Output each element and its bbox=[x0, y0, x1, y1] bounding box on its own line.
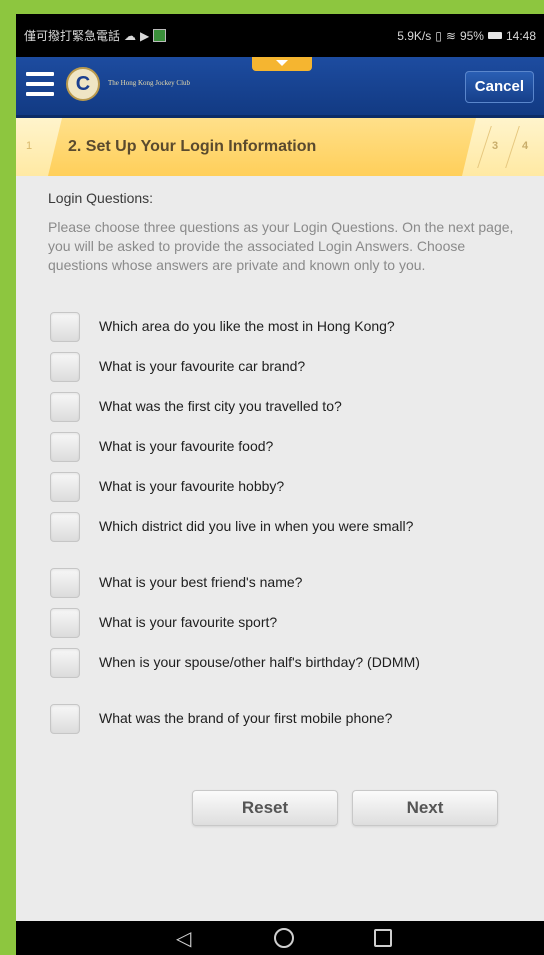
next-button[interactable]: Next bbox=[352, 790, 498, 826]
wifi-icon: ≋ bbox=[445, 28, 456, 43]
home-icon[interactable] bbox=[274, 928, 294, 948]
section-title: Login Questions: bbox=[48, 190, 154, 206]
question-checkbox[interactable] bbox=[50, 432, 80, 462]
back-icon[interactable]: ◁ bbox=[176, 926, 191, 951]
question-checkbox[interactable] bbox=[50, 472, 80, 502]
question-text: What is your favourite hobby? bbox=[99, 478, 285, 494]
question-item[interactable]: What was the brand of your first mobile … bbox=[16, 702, 544, 742]
network-speed: 5.9K/s bbox=[397, 28, 432, 43]
cancel-button[interactable]: Cancel bbox=[464, 71, 534, 103]
question-item[interactable]: What is your best friend's name? bbox=[16, 566, 544, 606]
question-text: What is your favourite food? bbox=[99, 438, 274, 454]
step-divider bbox=[505, 126, 520, 168]
status-bar: 僅可撥打緊急電話 ☁ ▶ 5.9K/s ▯ ≋ 95% 14:48 bbox=[16, 14, 544, 57]
question-text: What is your favourite sport? bbox=[99, 614, 278, 630]
battery-percent: 95% bbox=[459, 28, 484, 43]
question-text: When is your spouse/other half's birthda… bbox=[99, 654, 420, 670]
question-item[interactable]: What is your favourite car brand? bbox=[16, 350, 544, 390]
question-text: What is your best friend's name? bbox=[99, 574, 303, 590]
android-nav-bar: ◁ bbox=[16, 921, 544, 955]
question-item[interactable]: What was the first city you travelled to… bbox=[16, 390, 544, 430]
step-4: 4 bbox=[522, 140, 529, 152]
question-checkbox[interactable] bbox=[50, 704, 80, 734]
vibrate-icon: ▯ bbox=[435, 28, 442, 43]
section-description: Please choose three questions as your Lo… bbox=[48, 219, 514, 273]
question-text: What is your favourite car brand? bbox=[99, 358, 306, 374]
question-list: Which area do you like the most in Hong … bbox=[16, 310, 544, 742]
step-progress: 1 2. Set Up Your Login Information 3 4 bbox=[16, 118, 544, 176]
question-item[interactable]: When is your spouse/other half's birthda… bbox=[16, 646, 544, 702]
question-checkbox[interactable] bbox=[50, 648, 80, 678]
question-item[interactable]: What is your favourite hobby? bbox=[16, 470, 544, 510]
step-divider bbox=[477, 126, 492, 168]
step-2-label: 2. Set Up Your Login Information bbox=[68, 138, 317, 155]
battery-icon bbox=[487, 32, 502, 39]
question-item[interactable]: What is your favourite food? bbox=[16, 430, 544, 470]
login-questions-form: Login Questions: Please choose three que… bbox=[16, 176, 544, 921]
app-notification-icon bbox=[153, 29, 167, 42]
menu-icon[interactable] bbox=[26, 72, 54, 96]
jockey-club-logo: C bbox=[66, 67, 100, 101]
question-item[interactable]: Which area do you like the most in Hong … bbox=[16, 310, 544, 350]
phone-screen: 僅可撥打緊急電話 ☁ ▶ 5.9K/s ▯ ≋ 95% 14:48 C The … bbox=[16, 14, 544, 955]
brand-name: The Hong Kong Jockey Club bbox=[108, 79, 191, 87]
question-checkbox[interactable] bbox=[50, 352, 80, 382]
question-text: What was the brand of your first mobile … bbox=[99, 710, 393, 726]
step-3: 3 bbox=[492, 140, 499, 152]
cloud-icon: ☁ bbox=[124, 28, 137, 43]
question-item[interactable]: Which district did you live in when you … bbox=[16, 510, 544, 566]
question-checkbox[interactable] bbox=[50, 392, 80, 422]
question-text: Which district did you live in when you … bbox=[99, 518, 414, 534]
question-checkbox[interactable] bbox=[50, 312, 80, 342]
question-checkbox[interactable] bbox=[50, 568, 80, 598]
status-left: 僅可撥打緊急電話 ☁ ▶ bbox=[24, 27, 167, 44]
question-checkbox[interactable] bbox=[50, 608, 80, 638]
question-text: What was the first city you travelled to… bbox=[99, 398, 342, 414]
chevron-down-icon bbox=[276, 60, 288, 66]
step-1: 1 bbox=[26, 140, 33, 152]
app-header: C The Hong Kong Jockey Club Cancel bbox=[16, 57, 544, 118]
play-icon: ▶ bbox=[140, 28, 150, 43]
question-text: Which area do you like the most in Hong … bbox=[99, 318, 395, 334]
carrier-text: 僅可撥打緊急電話 bbox=[24, 29, 121, 43]
reset-button[interactable]: Reset bbox=[192, 790, 338, 826]
question-checkbox[interactable] bbox=[50, 512, 80, 542]
question-item[interactable]: What is your favourite sport? bbox=[16, 606, 544, 646]
recent-apps-icon[interactable] bbox=[374, 929, 392, 947]
status-right: 5.9K/s ▯ ≋ 95% 14:48 bbox=[397, 29, 536, 43]
clock: 14:48 bbox=[505, 28, 536, 43]
pull-down-handle[interactable] bbox=[252, 57, 312, 71]
